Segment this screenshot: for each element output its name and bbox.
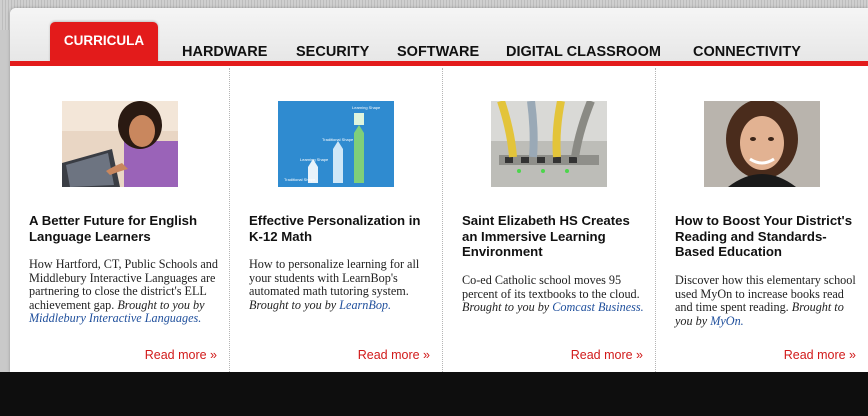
article-image-network-cables[interactable]	[491, 101, 607, 187]
image-label: Traditional Shape	[284, 177, 316, 182]
article-summary: Discover how this elementary school used…	[675, 273, 856, 328]
article-title[interactable]: Saint Elizabeth HS Creates an Immersive …	[462, 213, 647, 260]
image-label: Traditional Shape	[322, 137, 354, 142]
sponsor-link[interactable]: Comcast Business.	[552, 300, 643, 314]
read-more-link[interactable]: Read more »	[358, 348, 430, 362]
tab-digital-classroom[interactable]: DIGITAL CLASSROOM	[506, 44, 661, 60]
footer-band	[0, 372, 868, 416]
read-more-link[interactable]: Read more »	[145, 348, 217, 362]
article-card-immersive: Saint Elizabeth HS Creates an Immersive …	[443, 68, 656, 372]
article-summary: Co-ed Catholic school moves 95 percent o…	[462, 273, 644, 315]
article-title[interactable]: How to Boost Your District's Reading and…	[675, 213, 860, 260]
tab-hardware[interactable]: HARDWARE	[182, 44, 267, 60]
article-title[interactable]: A Better Future for English Language Lea…	[29, 213, 221, 244]
article-cards: A Better Future for English Language Lea…	[10, 68, 868, 372]
nav-underline	[10, 61, 868, 66]
article-card-math: Traditional Shape Learning Shape Traditi…	[230, 68, 443, 372]
image-label: Learning Shape	[352, 105, 381, 110]
category-nav: CURRICULA HARDWARE SECURITY SOFTWARE DIG…	[10, 8, 868, 66]
sponsor-link[interactable]: MyOn.	[710, 314, 744, 328]
article-card-ell: A Better Future for English Language Lea…	[10, 68, 230, 372]
article-summary: How to personalize learning for all your…	[249, 257, 420, 312]
article-title[interactable]: Effective Personalization in K-12 Math	[249, 213, 434, 244]
content-panel: CURRICULA HARDWARE SECURITY SOFTWARE DIG…	[10, 8, 868, 372]
sponsor-link[interactable]: Middlebury Interactive Languages.	[29, 311, 201, 326]
article-image-girl-laptop[interactable]	[61, 101, 178, 187]
tab-software[interactable]: SOFTWARE	[397, 44, 479, 60]
article-image-woman-portrait[interactable]	[704, 101, 820, 187]
read-more-link[interactable]: Read more »	[784, 348, 856, 362]
tab-connectivity[interactable]: CONNECTIVITY	[693, 44, 801, 60]
article-image-learning-chart[interactable]: Traditional Shape Learning Shape Traditi…	[278, 101, 394, 187]
read-more-link[interactable]: Read more »	[571, 348, 643, 362]
sponsor-link[interactable]: LearnBop.	[339, 298, 391, 312]
tab-curricula[interactable]: CURRICULA	[50, 22, 158, 64]
tab-security[interactable]: SECURITY	[296, 44, 369, 60]
article-card-reading: How to Boost Your District's Reading and…	[656, 68, 868, 372]
image-label: Learning Shape	[300, 157, 329, 162]
article-summary: How Hartford, CT, Public Schools and Mid…	[29, 257, 218, 326]
